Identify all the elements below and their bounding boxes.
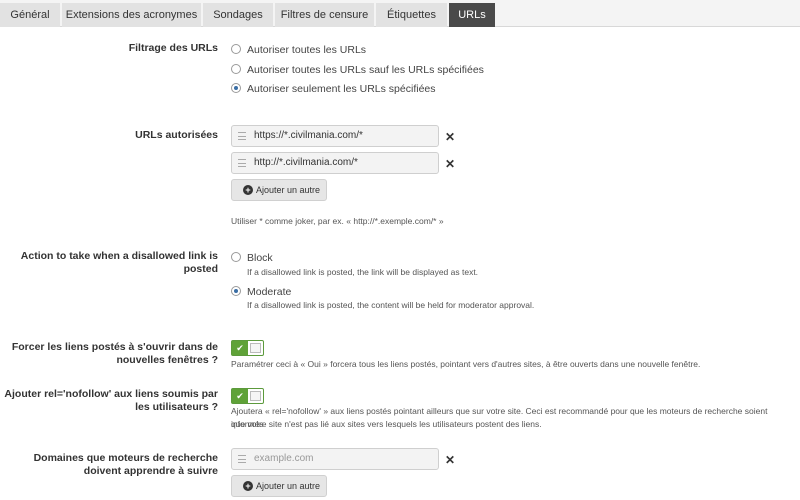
remove-url-icon[interactable]: ✕ [445,131,455,143]
allowed-url-value: http://*.civilmania.com/* [254,157,358,168]
moderate-help: If a disallowed link is posted, the cont… [247,300,535,310]
add-follow-domain-button[interactable]: + Ajouter un autre [231,475,327,497]
allowed-urls-help: Utiliser * comme joker, par ex. « http:/… [231,216,444,226]
drag-handle-icon[interactable] [238,455,246,463]
check-icon: ✔ [232,341,248,355]
radio-moderate[interactable] [231,286,241,296]
radio-block-label[interactable]: Block [247,252,273,264]
tab-urls[interactable]: URLs [449,3,495,27]
add-allowed-url-button[interactable]: + Ajouter un autre [231,179,327,201]
tab-general[interactable]: Général [0,3,60,27]
radio-allow-except-label[interactable]: Autoriser toutes les URLs sauf les URLs … [247,64,484,76]
radio-allow-except[interactable] [231,64,241,74]
disallowed-action-label: Action to take when a disallowed link is… [20,250,218,275]
allowed-url-field[interactable]: http://*.civilmania.com/* [231,152,439,174]
follow-domains-label: Domaines que moteurs de recherche doiven… [33,452,218,477]
tab-tags[interactable]: Étiquettes [376,3,447,27]
force-new-window-help: Paramétrer ceci à « Oui » forcera tous l… [231,359,701,369]
allowed-urls-label: URLs autorisées [135,129,218,141]
plus-icon: + [243,481,253,491]
remove-domain-icon[interactable]: ✕ [445,454,455,466]
toggle-knob [250,391,261,401]
check-icon: ✔ [232,389,248,403]
drag-handle-icon[interactable] [238,132,246,140]
tab-polls[interactable]: Sondages [203,3,273,27]
block-help: If a disallowed link is posted, the link… [247,267,479,277]
force-new-window-toggle[interactable]: ✔ [231,340,264,356]
radio-allow-all-label[interactable]: Autoriser toutes les URLs [247,44,366,56]
follow-domain-field[interactable]: example.com [231,448,439,470]
allowed-url-field[interactable]: https://*.civilmania.com/* [231,125,439,147]
follow-domain-placeholder: example.com [254,453,314,464]
radio-moderate-label[interactable]: Moderate [247,286,291,298]
remove-url-icon[interactable]: ✕ [445,158,455,170]
tab-acronyms[interactable]: Extensions des acronymes [62,3,201,27]
nofollow-toggle[interactable]: ✔ [231,388,264,404]
nofollow-help-line2: que votre site n'est pas lié aux sites v… [231,419,542,429]
radio-allow-only-label[interactable]: Autoriser seulement les URLs spécifiées [247,83,436,95]
radio-allow-all[interactable] [231,44,241,54]
radio-block[interactable] [231,252,241,262]
force-new-window-label: Forcer les liens postés à s'ouvrir dans … [11,341,218,366]
tab-censor-filters[interactable]: Filtres de censure [275,3,374,27]
nofollow-label: Ajouter rel='nofollow' aux liens soumis … [4,388,218,413]
plus-icon: + [243,185,253,195]
add-allowed-url-label: Ajouter un autre [256,185,321,195]
allowed-url-value: https://*.civilmania.com/* [254,130,363,141]
url-filtering-label: Filtrage des URLs [128,42,218,54]
drag-handle-icon[interactable] [238,159,246,167]
toggle-knob [250,343,261,353]
settings-tab-bar: Général Extensions des acronymes Sondage… [0,0,800,27]
add-follow-domain-label: Ajouter un autre [256,481,321,491]
radio-allow-only[interactable] [231,83,241,93]
